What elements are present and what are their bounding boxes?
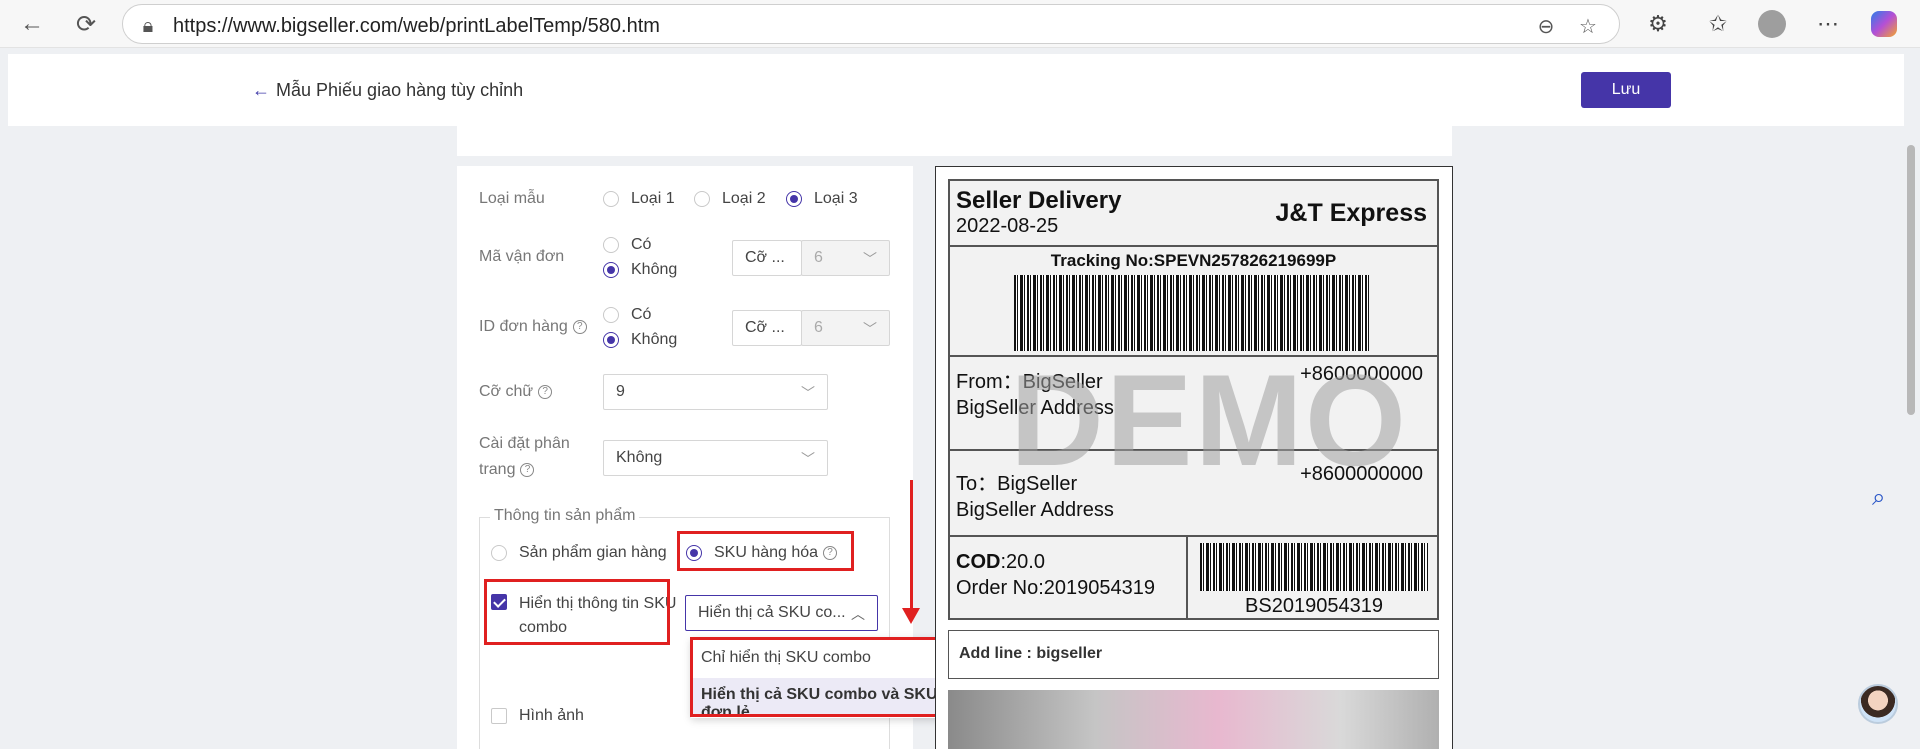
annotation-arrow-head-icon (902, 608, 920, 624)
add-line-box: Add line : bigseller (948, 630, 1439, 679)
site-info-icon[interactable]: 🔒︎ (135, 13, 161, 39)
combo-display-select[interactable]: Hiển thị cả SKU co... ︿ (685, 595, 878, 631)
cod-cell: COD:20.0 Order No:2019054319 BS201905431… (950, 537, 1437, 620)
search-icon[interactable]: ⌕ (1872, 484, 1885, 512)
order-barcode (1200, 543, 1428, 591)
order-id-yes-radio[interactable]: Có (603, 306, 651, 324)
chevron-down-icon: ﹀ (801, 385, 815, 401)
tracking-code-label: Mã vận đơn (479, 248, 565, 265)
chevron-up-icon: ︿ (851, 606, 865, 622)
support-avatar-icon[interactable] (1858, 684, 1898, 724)
order-id-size-select: 6 ﹀ (801, 310, 890, 346)
radio-icon (603, 237, 619, 253)
pagination-select[interactable]: Không ﹀ (603, 440, 828, 476)
page-title: Mẫu Phiếu giao hàng tùy chỉnh (276, 80, 524, 100)
tracking-number: Tracking No:SPEVN257826219699P (1050, 251, 1337, 270)
tracking-code-yes-radio[interactable]: Có (603, 236, 651, 254)
help-icon[interactable]: ? (538, 384, 553, 399)
radio-icon (694, 191, 710, 207)
product-info-legend: Thông tin sản phẩm (490, 507, 640, 525)
content-top-strip (457, 126, 1452, 156)
page-header: ← Mẫu Phiếu giao hàng tùy chỉnh Lưu (8, 54, 1904, 126)
help-icon[interactable]: ? (520, 462, 535, 477)
demo-watermark: DEMO (1010, 347, 1408, 493)
radio-selected-icon (603, 332, 619, 348)
scrollbar-thumb[interactable] (1907, 145, 1915, 415)
favorites-list-icon[interactable]: ✩ (1702, 8, 1734, 40)
zoom-icon[interactable]: ⊖ (1533, 13, 1559, 39)
url-text[interactable]: https://www.bigseller.com/web/printLabel… (173, 15, 660, 38)
label-title: Seller Delivery (956, 187, 1122, 214)
label-date: 2022-08-25 (956, 215, 1059, 237)
store-product-radio[interactable]: Sản phẩm gian hàng (491, 544, 667, 562)
radio-selected-icon (786, 191, 802, 207)
tracking-barcode (1014, 275, 1369, 351)
browser-toolbar: ← ⟳ 🔒︎ https://www.bigseller.com/web/pri… (0, 0, 1920, 48)
address-bar[interactable]: 🔒︎ https://www.bigseller.com/web/printLa… (122, 4, 1620, 44)
tracking-code-no-radio[interactable]: Không (603, 261, 677, 279)
radio-selected-icon (603, 262, 619, 278)
font-size-select[interactable]: 9 ﹀ (603, 374, 828, 410)
back-link[interactable]: ← Mẫu Phiếu giao hàng tùy chỉnh (252, 80, 523, 101)
template-type-3-radio[interactable]: Loại 3 (786, 190, 858, 208)
tracking-font-select[interactable]: Cỡ ... (732, 240, 802, 276)
tracking-size-select: 6 ﹀ (801, 240, 890, 276)
label-header-cell: Seller Delivery 2022-08-25 J&T Express (950, 181, 1437, 247)
order-barcode-text: BS2019054319 (1245, 595, 1383, 617)
tracking-cell: Tracking No:SPEVN257826219699P (950, 247, 1437, 357)
highlight-sku-radio (677, 531, 854, 571)
extensions-icon[interactable]: ⚙ (1642, 8, 1674, 40)
template-type-label: Loại mẫu (479, 190, 545, 207)
reload-icon[interactable]: ⟳ (70, 8, 102, 40)
highlight-combo-checkbox (484, 579, 670, 645)
order-id-no-radio[interactable]: Không (603, 331, 677, 349)
arrow-left-icon: ← (252, 80, 270, 100)
font-size-label: Cỡ chữ? (479, 379, 553, 405)
favorite-star-icon[interactable]: ☆ (1575, 13, 1601, 39)
cod-divider (1186, 537, 1188, 620)
more-menu-icon[interactable]: ⋯ (1812, 8, 1844, 40)
image-checkbox[interactable]: Hình ảnh (491, 707, 584, 725)
back-arrow-icon[interactable]: ← (16, 8, 48, 40)
save-button[interactable]: Lưu (1581, 72, 1671, 108)
profile-avatar-icon[interactable] (1756, 8, 1788, 40)
checkbox-icon (491, 708, 507, 724)
order-id-font-select[interactable]: Cỡ ... (732, 310, 802, 346)
copilot-icon[interactable] (1868, 8, 1900, 40)
pagination-label: Cài đặt phân trang? (479, 435, 570, 478)
help-icon[interactable]: ? (572, 319, 587, 334)
template-type-2-radio[interactable]: Loại 2 (694, 190, 766, 208)
product-photo (948, 690, 1439, 749)
receiver-address: BigSeller Address (956, 499, 1114, 521)
radio-icon (491, 545, 507, 561)
cod-amount: COD:20.0 (956, 551, 1045, 573)
chevron-down-icon: ﹀ (863, 321, 877, 337)
chevron-down-icon: ﹀ (863, 251, 877, 267)
order-id-label: ID đơn hàng? (479, 314, 587, 340)
radio-icon (603, 307, 619, 323)
radio-icon (603, 191, 619, 207)
template-type-1-radio[interactable]: Loại 1 (603, 190, 675, 208)
highlight-dropdown (690, 637, 966, 717)
carrier-name: J&T Express (1275, 199, 1427, 227)
chevron-down-icon: ﹀ (801, 451, 815, 467)
annotation-arrow-line (910, 480, 913, 610)
order-number: Order No:2019054319 (956, 577, 1156, 599)
